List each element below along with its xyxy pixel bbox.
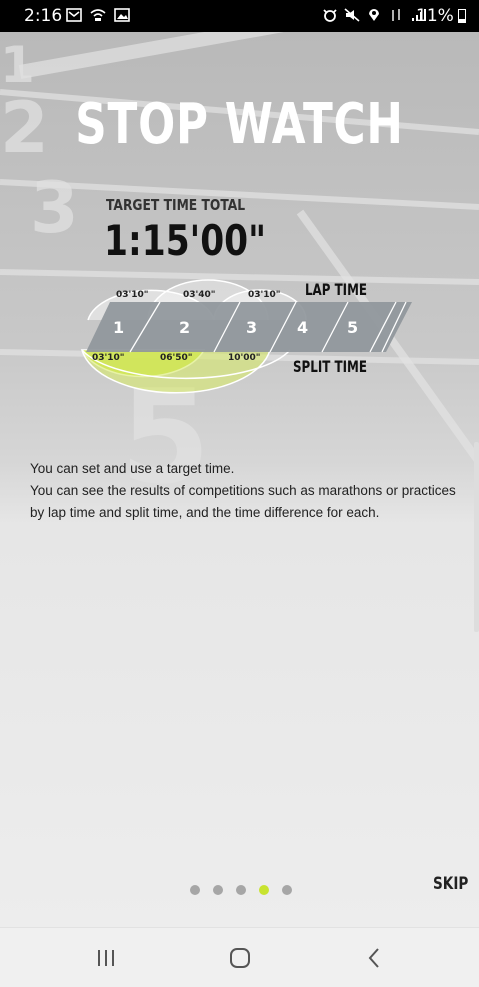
navigation-bar (0, 927, 479, 987)
onboarding-page: 1 2 3 5 STOP WATCH TARGET TIME TOTAL 1:1… (0, 32, 479, 927)
home-icon[interactable] (200, 928, 280, 987)
battery-percent: 11% (416, 6, 454, 26)
page-dot[interactable] (236, 885, 246, 895)
description-line: by lap time and split time, and the time… (30, 505, 380, 520)
lap-time-value: 03'40" (183, 290, 216, 300)
page-dot-active[interactable] (259, 885, 269, 895)
lap-time-label: LAP TIME (305, 280, 367, 299)
status-bar: 2:16 11% (0, 0, 479, 32)
page-dot[interactable] (190, 885, 200, 895)
location-icon (369, 9, 379, 21)
description-line: You can see the results of competitions … (30, 483, 456, 498)
split-time-value: 03'10" (92, 353, 125, 363)
page-dot[interactable] (213, 885, 223, 895)
lap-number: 3 (246, 318, 257, 337)
lap-time-value: 03'10" (248, 290, 281, 300)
status-time: 2:16 (24, 6, 63, 26)
page-dot[interactable] (282, 885, 292, 895)
skip-button[interactable]: SKIP (433, 874, 468, 894)
wifi-call-icon (90, 9, 106, 21)
lap-time-value: 03'10" (116, 290, 149, 300)
email-icon (66, 8, 82, 22)
lap-number: 2 (179, 318, 190, 337)
alarm-icon (323, 9, 337, 22)
split-time-value: 06'50" (160, 353, 193, 363)
back-icon[interactable] (334, 928, 414, 987)
split-time-label: SPLIT TIME (293, 357, 367, 376)
description: You can set and use a target time. You c… (30, 458, 460, 524)
data-icon (392, 9, 400, 21)
edge-panel-handle[interactable] (474, 442, 479, 632)
mute-icon (344, 8, 360, 22)
image-icon (114, 8, 130, 22)
recent-apps-icon[interactable] (66, 928, 146, 987)
page-indicator (190, 885, 292, 895)
description-line: You can set and use a target time. (30, 461, 235, 476)
split-time-value: 10'00" (228, 353, 261, 363)
lap-number: 5 (347, 318, 358, 337)
lap-number: 4 (297, 318, 308, 337)
battery-icon (458, 9, 466, 23)
lap-number: 1 (113, 318, 124, 337)
lap-split-diagram: 1 2 3 4 5 03'10" 03'40" 03'10" 03'10" 06… (80, 279, 412, 394)
